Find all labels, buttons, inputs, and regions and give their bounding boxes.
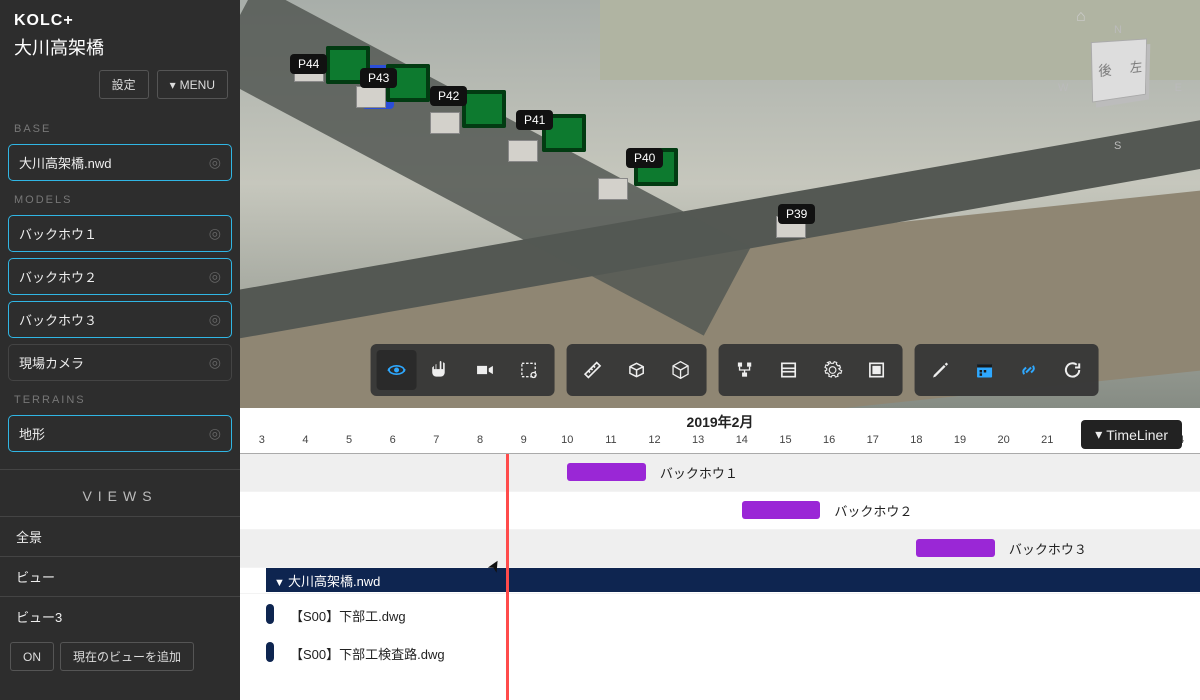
target-icon[interactable]: ◎: [209, 225, 221, 242]
gantt-bar[interactable]: [916, 539, 995, 557]
window-icon[interactable]: [857, 350, 897, 390]
target-icon[interactable]: ◎: [209, 425, 221, 442]
timeline-tick: 9: [521, 434, 527, 446]
orbit-icon[interactable]: [377, 350, 417, 390]
timeline-tick: 10: [561, 434, 573, 446]
target-icon[interactable]: ◎: [209, 268, 221, 285]
pier-label: P42: [430, 86, 467, 106]
target-icon[interactable]: ◎: [209, 311, 221, 328]
menu-button[interactable]: ▾ MENU: [157, 70, 228, 99]
viewport-toolbar: [371, 344, 1099, 396]
timeline-tick: 6: [390, 434, 396, 446]
timeline-tick: 11: [605, 434, 616, 446]
sidebar: KOLC+ 大川高架橋 設定 ▾ MENU BASE 大川高架橋.nwd ◎ M…: [0, 0, 240, 700]
gear-icon[interactable]: [813, 350, 853, 390]
timeline-tick: 19: [954, 434, 966, 446]
pan-icon[interactable]: [421, 350, 461, 390]
task-marker: [266, 604, 274, 624]
model-item-3[interactable]: バックホウ３◎: [8, 301, 232, 338]
chevron-down-icon: ▾: [1095, 426, 1102, 443]
timeline-group-header[interactable]: 大川高架橋.nwd: [266, 568, 1200, 592]
model-item-camera[interactable]: 現場カメラ◎: [8, 344, 232, 381]
pencil-icon[interactable]: [921, 350, 961, 390]
add-view-button[interactable]: 現在のビューを追加: [60, 642, 194, 671]
section-label-terrains: TERRAINS: [0, 384, 240, 412]
timeline-panel: ▾ TimeLiner 2019年2月 3 4 5 6 7 8 9 10 11 12 13 14 15 1…: [240, 408, 1200, 700]
pier-label: P39: [778, 204, 815, 224]
target-icon[interactable]: ◎: [209, 354, 221, 371]
gantt-bar[interactable]: [567, 463, 646, 481]
timeline-tick: 13: [692, 434, 704, 446]
model-item-2[interactable]: バックホウ２◎: [8, 258, 232, 295]
timeline-tick: 8: [477, 434, 483, 446]
calendar-icon[interactable]: [965, 350, 1005, 390]
view-item-2[interactable]: ビュー: [0, 556, 240, 596]
tree-icon[interactable]: [725, 350, 765, 390]
subtask-label[interactable]: 【S00】下部工.dwg: [290, 606, 406, 625]
timeline-tick: 7: [433, 434, 439, 446]
task-marker: [266, 642, 274, 662]
timeline-tick: 18: [910, 434, 922, 446]
target-icon[interactable]: ◎: [209, 154, 221, 171]
gantt-bar[interactable]: [742, 501, 821, 519]
model-item-1[interactable]: バックホウ１◎: [8, 215, 232, 252]
gantt-bar-label: バックホウ３: [1009, 539, 1087, 558]
timeline-playhead[interactable]: [506, 454, 509, 700]
section-label-base: BASE: [0, 113, 240, 141]
home-icon[interactable]: ⌂: [1076, 8, 1086, 26]
timeliner-button[interactable]: ▾ TimeLiner: [1081, 420, 1182, 449]
view-item-1[interactable]: 全景: [0, 516, 240, 556]
grid-icon[interactable]: [769, 350, 809, 390]
3d-viewport[interactable]: P44 P43 P42 P41 P40 P39 ⌂ 後 左 N: [240, 0, 1200, 408]
pier-label: P41: [516, 110, 553, 130]
timeline-tick: 17: [867, 434, 879, 446]
view-cube[interactable]: ⌂ 後 左 N E S W: [1066, 30, 1176, 150]
refresh-icon[interactable]: [1053, 350, 1093, 390]
on-toggle-button[interactable]: ON: [10, 642, 54, 671]
app-logo: KOLC+: [14, 12, 226, 30]
section-label-views: VIEWS: [0, 469, 240, 516]
pier-label: P43: [360, 68, 397, 88]
main-area: P44 P43 P42 P41 P40 P39 ⌂ 後 左 N: [240, 0, 1200, 700]
view-item-3[interactable]: ビュー3: [0, 596, 240, 636]
timeline-tick: 16: [823, 434, 835, 446]
pier-label: P40: [626, 148, 663, 168]
timeline-tick: 20: [998, 434, 1010, 446]
timeline-tick: 14: [736, 434, 748, 446]
box-icon[interactable]: [617, 350, 657, 390]
timeline-title: 2019年2月: [240, 412, 1200, 432]
gantt-bar-label: バックホウ２: [834, 501, 912, 520]
link-icon[interactable]: [1009, 350, 1049, 390]
project-title: 大川高架橋: [14, 34, 226, 60]
timeline-tick: 12: [648, 434, 660, 446]
timeline-tick: 15: [779, 434, 791, 446]
subtask-label[interactable]: 【S00】下部工検査路.dwg: [290, 644, 445, 663]
base-item[interactable]: 大川高架橋.nwd ◎: [8, 144, 232, 181]
timeline-body[interactable]: バックホウ１ バックホウ２ バックホウ３ 大川高架橋.nwd 【S00】下部工.…: [240, 454, 1200, 700]
timeline-scale[interactable]: 3456789101112131415161718192021222324: [240, 432, 1200, 454]
ruler-icon[interactable]: [573, 350, 613, 390]
timeline-tick: 5: [346, 434, 352, 446]
chevron-down-icon: ▾: [170, 78, 176, 92]
pier-label: P44: [290, 54, 327, 74]
gantt-bar-label: バックホウ１: [660, 463, 738, 482]
timeline-tick: 21: [1041, 434, 1053, 446]
camera-icon[interactable]: [465, 350, 505, 390]
section-label-models: MODELS: [0, 184, 240, 212]
terrain-item[interactable]: 地形◎: [8, 415, 232, 452]
cube-icon[interactable]: [661, 350, 701, 390]
timeline-tick: 3: [259, 434, 265, 446]
select-box-icon[interactable]: [509, 350, 549, 390]
settings-button[interactable]: 設定: [99, 70, 149, 99]
timeline-tick: 4: [302, 434, 308, 446]
